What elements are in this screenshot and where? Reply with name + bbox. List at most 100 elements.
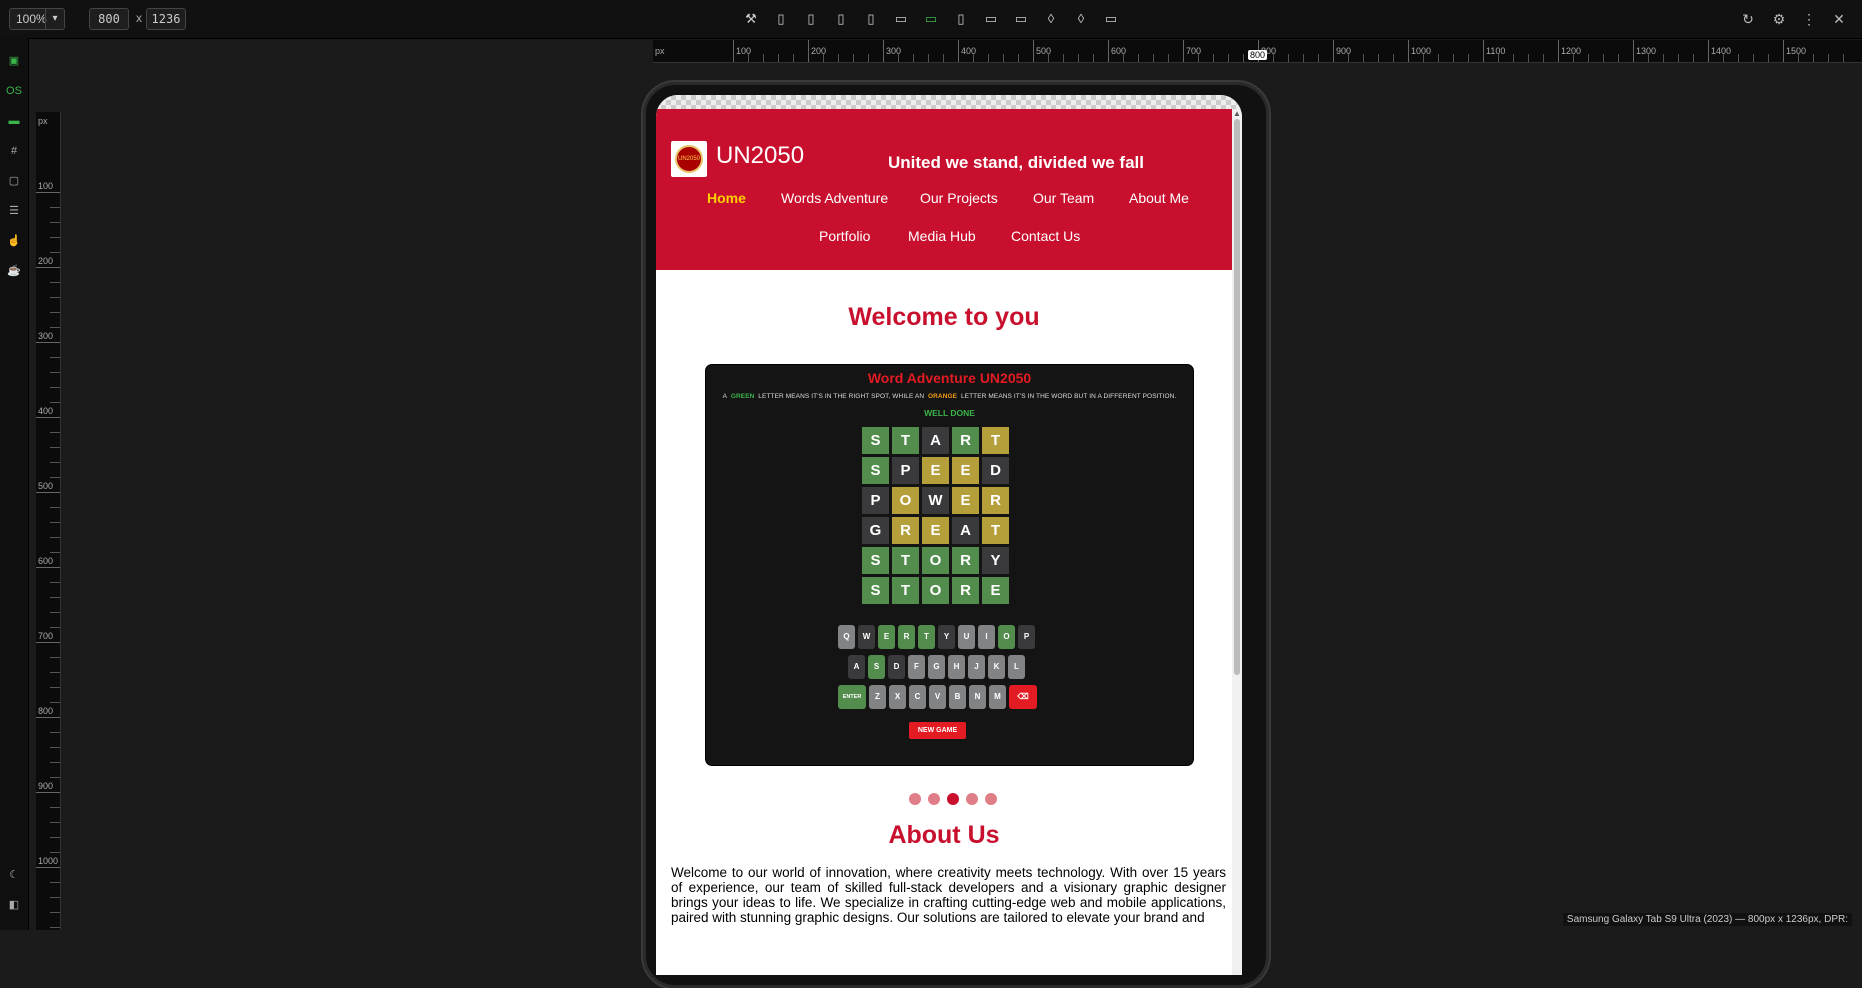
coffee-icon[interactable]: ☕ — [5, 262, 23, 280]
close-icon[interactable]: ✕ — [1830, 10, 1848, 28]
keyboard-key[interactable]: K — [988, 655, 1005, 679]
sidebar-icon[interactable]: ◧ — [5, 896, 23, 914]
keyboard-key[interactable]: E — [878, 625, 895, 649]
touch-icon[interactable]: ☝ — [5, 232, 23, 250]
nav-contact-us[interactable]: Contact Us — [1011, 228, 1080, 244]
keyboard-key[interactable]: T — [918, 625, 935, 649]
ruler-icon[interactable]: ▬ — [5, 112, 23, 130]
ruler-minor-tick — [50, 672, 60, 673]
nav-portfolio[interactable]: Portfolio — [819, 228, 870, 244]
keyboard-key[interactable]: H — [948, 655, 965, 679]
carousel-dot[interactable] — [985, 793, 997, 805]
layout-icon[interactable]: ☰ — [5, 202, 23, 220]
ruler-minor-tick — [1198, 54, 1199, 62]
keyboard-key[interactable]: P — [1018, 625, 1035, 649]
ruler-minor-tick — [50, 882, 60, 883]
keyboard-key[interactable]: Z — [869, 685, 886, 709]
ruler-tick-label: 1100 — [1486, 46, 1506, 56]
refresh-icon[interactable]: ↻ — [1739, 10, 1757, 28]
keyboard-key[interactable]: G — [928, 655, 945, 679]
keyboard-key[interactable]: R — [898, 625, 915, 649]
tablet-icon[interactable]: ▭ — [892, 10, 910, 28]
phone-icon[interactable]: ▯ — [832, 10, 850, 28]
ruler-tick-label: 100 — [38, 181, 54, 191]
ruler-minor-tick — [1738, 54, 1739, 62]
keyboard-key[interactable]: F — [908, 655, 925, 679]
keyboard-key[interactable]: X — [889, 685, 906, 709]
grid-icon[interactable]: # — [5, 142, 23, 160]
site-logo[interactable]: UN2050 — [671, 141, 707, 177]
width-input[interactable]: 800 — [89, 8, 129, 30]
carousel-dot-active[interactable] — [947, 793, 959, 805]
ruler-minor-tick — [1243, 54, 1244, 62]
phone-icon[interactable]: ▯ — [862, 10, 880, 28]
carousel-dot[interactable] — [928, 793, 940, 805]
ruler-minor-tick — [1018, 54, 1019, 62]
nav-words-adventure[interactable]: Words Adventure — [781, 190, 888, 206]
screenshot-icon[interactable]: ▢ — [5, 172, 23, 190]
nav-media-hub[interactable]: Media Hub — [908, 228, 976, 244]
keyboard-key[interactable]: W — [858, 625, 875, 649]
backspace-key[interactable]: ⌫ — [1009, 685, 1037, 709]
nav-about-me[interactable]: About Me — [1129, 190, 1189, 206]
ruler-minor-tick — [50, 702, 60, 703]
device-frame: UN2050 UN2050 United we stand, divided w… — [643, 82, 1269, 988]
keyboard-key[interactable]: O — [998, 625, 1015, 649]
nav-home[interactable]: Home — [707, 190, 746, 206]
board-tile: R — [982, 487, 1009, 514]
site-brand[interactable]: UN2050 — [716, 142, 804, 170]
ruler-tick — [36, 417, 60, 418]
keyboard-key[interactable]: N — [969, 685, 986, 709]
zoom-select[interactable]: 100% ▾ — [9, 8, 65, 30]
desktop-icon[interactable]: ▭ — [1102, 10, 1120, 28]
keyboard-key[interactable]: Y — [938, 625, 955, 649]
enter-key[interactable]: ENTER — [838, 685, 866, 709]
ruler-tick — [36, 792, 60, 793]
keyboard-key[interactable]: A — [848, 655, 865, 679]
phone-icon[interactable]: ▯ — [802, 10, 820, 28]
ruler-minor-tick — [1588, 54, 1589, 62]
device-frame-icon[interactable]: ▣ — [5, 52, 23, 70]
watch-icon[interactable]: ◊ — [1042, 10, 1060, 28]
ruler-minor-tick — [1078, 54, 1079, 62]
laptop-icon[interactable]: ▭ — [982, 10, 1000, 28]
keyboard-key[interactable]: S — [868, 655, 885, 679]
tablet-icon[interactable]: ▯ — [952, 10, 970, 28]
carousel-dot[interactable] — [909, 793, 921, 805]
ruler-minor-tick — [1813, 54, 1814, 62]
nav-our-team[interactable]: Our Team — [1033, 190, 1094, 206]
keyboard-key[interactable]: B — [949, 685, 966, 709]
moon-icon[interactable]: ☾ — [5, 866, 23, 884]
keyboard-key[interactable]: I — [978, 625, 995, 649]
tools-icon[interactable]: ⚒ — [742, 10, 760, 28]
keyboard-key[interactable]: U — [958, 625, 975, 649]
scrollbar-thumb[interactable] — [1234, 119, 1240, 675]
ruler-minor-tick — [1528, 54, 1529, 62]
tablet-icon-active[interactable]: ▭ — [922, 10, 940, 28]
ruler-tick-label: 1300 — [1636, 46, 1657, 56]
ruler-minor-tick — [1303, 54, 1304, 62]
keyboard-key[interactable]: D — [888, 655, 905, 679]
keyboard-key[interactable]: V — [929, 685, 946, 709]
scroll-up-icon[interactable]: ▲ — [1233, 109, 1241, 118]
keyboard-key[interactable]: M — [989, 685, 1006, 709]
ruler-minor-tick — [50, 312, 60, 313]
keyboard-key[interactable]: C — [909, 685, 926, 709]
watch-icon[interactable]: ◊ — [1072, 10, 1090, 28]
os-toggle[interactable]: OS — [5, 82, 23, 100]
laptop-icon[interactable]: ▭ — [1012, 10, 1030, 28]
gear-icon[interactable]: ⚙ — [1770, 10, 1788, 28]
ruler-tick-label: 800 — [38, 706, 54, 716]
keyboard-key[interactable]: J — [968, 655, 985, 679]
more-icon[interactable]: ⋮ — [1800, 10, 1818, 28]
keyboard-key[interactable]: Q — [838, 625, 855, 649]
height-input[interactable]: 1236 — [146, 8, 186, 30]
keyboard-key[interactable]: L — [1008, 655, 1025, 679]
page-scrollbar[interactable]: ▲ — [1232, 109, 1242, 975]
carousel-dot[interactable] — [966, 793, 978, 805]
nav-our-projects[interactable]: Our Projects — [920, 190, 998, 206]
phone-icon[interactable]: ▯ — [772, 10, 790, 28]
new-game-button[interactable]: NEW GAME — [909, 722, 966, 739]
instr-orange: ORANGE — [927, 393, 958, 400]
chevron-down-icon[interactable]: ▾ — [45, 9, 64, 29]
